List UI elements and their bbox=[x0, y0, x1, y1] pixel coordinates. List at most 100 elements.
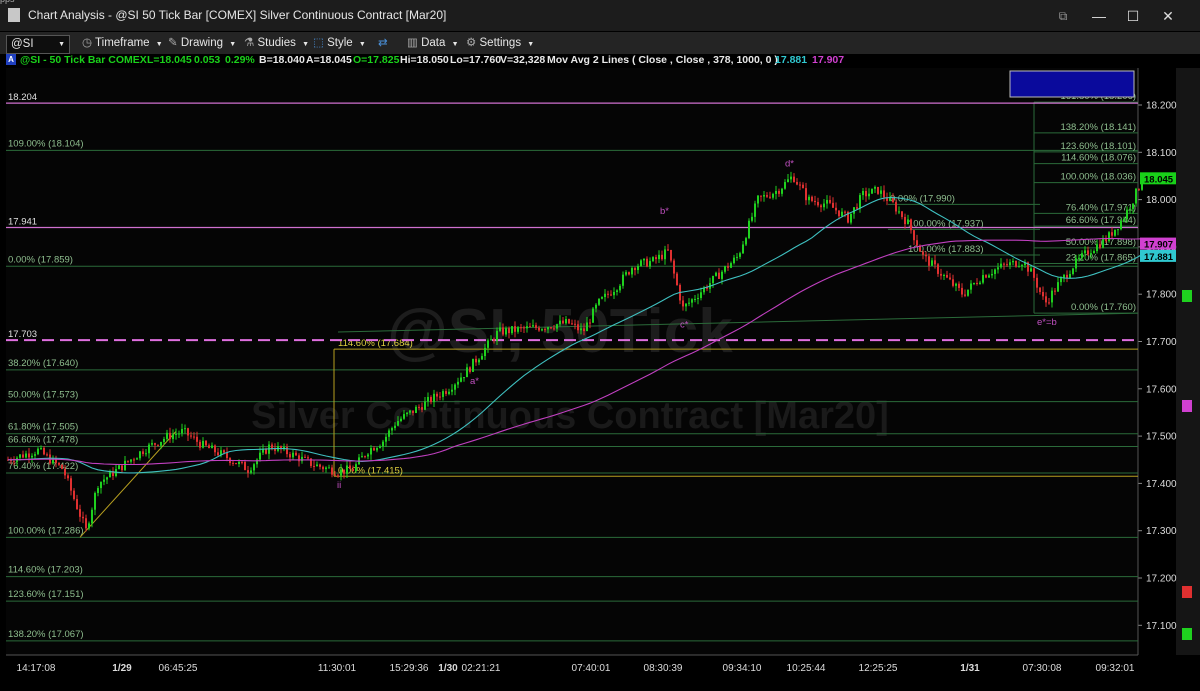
y-tick-label: 17.100 bbox=[1146, 621, 1177, 632]
candle-body bbox=[241, 461, 243, 463]
candle-body bbox=[1072, 268, 1074, 274]
candle-body bbox=[745, 238, 747, 245]
candle-body bbox=[388, 430, 390, 437]
candle-body bbox=[802, 184, 804, 189]
candle-body bbox=[88, 523, 90, 529]
x-tick-label: 09:34:10 bbox=[723, 663, 762, 674]
candle-body bbox=[532, 325, 534, 327]
candle-body bbox=[337, 475, 339, 477]
candle-body bbox=[100, 481, 102, 489]
x-tick-label: 08:30:39 bbox=[644, 663, 683, 674]
y-tick-label: 17.500 bbox=[1146, 432, 1177, 443]
candle-body bbox=[322, 466, 324, 470]
candle-body bbox=[514, 326, 516, 332]
candle-body bbox=[691, 299, 693, 303]
x-tick-label: 07:30:08 bbox=[1023, 663, 1062, 674]
candle-body bbox=[910, 219, 912, 231]
candle-body bbox=[1078, 257, 1080, 259]
candle-body bbox=[1069, 273, 1071, 278]
candle-body bbox=[19, 454, 21, 458]
candle-body bbox=[874, 186, 876, 189]
candle-body bbox=[319, 464, 321, 467]
candle-body bbox=[655, 257, 657, 260]
candle-body bbox=[139, 451, 141, 459]
candle-body bbox=[334, 474, 336, 476]
candle-body bbox=[1096, 244, 1098, 252]
candle-body bbox=[835, 207, 837, 211]
candle-body bbox=[244, 462, 246, 471]
candle-body bbox=[133, 459, 135, 461]
candle-body bbox=[91, 509, 93, 524]
candle-body bbox=[898, 211, 900, 213]
candle-body bbox=[916, 240, 918, 246]
candle-body bbox=[418, 406, 420, 408]
candle-body bbox=[598, 298, 600, 305]
candle-body bbox=[1108, 232, 1110, 242]
candle-body bbox=[811, 196, 813, 201]
candle-body bbox=[586, 322, 588, 332]
candle-body bbox=[373, 448, 375, 451]
candle-body bbox=[385, 436, 387, 442]
candle-body bbox=[1129, 208, 1131, 210]
candle-body bbox=[46, 454, 48, 456]
fib-left-label: 123.60% (17.151) bbox=[8, 589, 84, 600]
candle-body bbox=[400, 418, 402, 421]
chart-window: pps Chart Analysis - @SI 50 Tick Bar [CO… bbox=[0, 0, 1200, 691]
candle-body bbox=[883, 190, 885, 198]
candle-body bbox=[316, 464, 318, 467]
candle-body bbox=[451, 389, 453, 392]
candle-body bbox=[31, 455, 33, 458]
candle-body bbox=[973, 282, 975, 284]
fib-left-label: 100.00% (17.286) bbox=[8, 525, 84, 536]
candle-body bbox=[604, 293, 606, 298]
candle-body bbox=[517, 327, 519, 332]
candle-body bbox=[781, 188, 783, 194]
candle-body bbox=[631, 268, 633, 275]
candle-body bbox=[511, 326, 513, 334]
candle-body bbox=[625, 272, 627, 275]
candle-body bbox=[613, 291, 615, 296]
candle-body bbox=[1102, 238, 1104, 248]
candle-body bbox=[619, 285, 621, 291]
candle-body bbox=[682, 300, 684, 307]
candle-body bbox=[637, 265, 639, 271]
candle-body bbox=[61, 464, 63, 469]
candle-body bbox=[1120, 220, 1122, 230]
candle-body bbox=[1060, 278, 1062, 283]
candle-body bbox=[736, 256, 738, 258]
candle-body bbox=[1012, 260, 1014, 263]
candle-body bbox=[661, 254, 663, 260]
price-badge-label: 17.907 bbox=[1144, 240, 1173, 251]
candle-body bbox=[787, 179, 789, 183]
price-chart[interactable]: @SI, 50TickSilver Continuous Contract [M… bbox=[0, 0, 1200, 691]
candle-body bbox=[751, 216, 753, 221]
candle-body bbox=[235, 463, 237, 465]
candle-body bbox=[856, 207, 858, 209]
candle-body bbox=[217, 452, 219, 456]
candle-body bbox=[760, 195, 762, 197]
candle-body bbox=[997, 267, 999, 270]
candle-body bbox=[1051, 290, 1053, 303]
candle-body bbox=[454, 384, 456, 390]
candle-body bbox=[880, 190, 882, 194]
candle-body bbox=[718, 272, 720, 279]
candle-body bbox=[154, 443, 156, 445]
candle-body bbox=[667, 249, 669, 251]
x-tick-label: 14:17:08 bbox=[17, 663, 56, 674]
candle-body bbox=[331, 467, 333, 475]
alert-marker bbox=[1182, 400, 1192, 412]
candle-body bbox=[34, 454, 36, 456]
candle-body bbox=[340, 469, 342, 476]
candle-body bbox=[394, 425, 396, 429]
candle-body bbox=[223, 450, 225, 453]
candle-body bbox=[778, 190, 780, 194]
candle-body bbox=[118, 465, 120, 470]
candle-body bbox=[433, 393, 435, 403]
candle-body bbox=[1018, 266, 1020, 268]
horizontal-line-label: 17.703 bbox=[8, 329, 37, 340]
candle-body bbox=[859, 195, 861, 209]
candle-body bbox=[1141, 183, 1143, 190]
candle-body bbox=[208, 445, 210, 449]
candle-body bbox=[1075, 258, 1077, 269]
watermark-symbol: @SI, 50Tick bbox=[387, 297, 733, 366]
